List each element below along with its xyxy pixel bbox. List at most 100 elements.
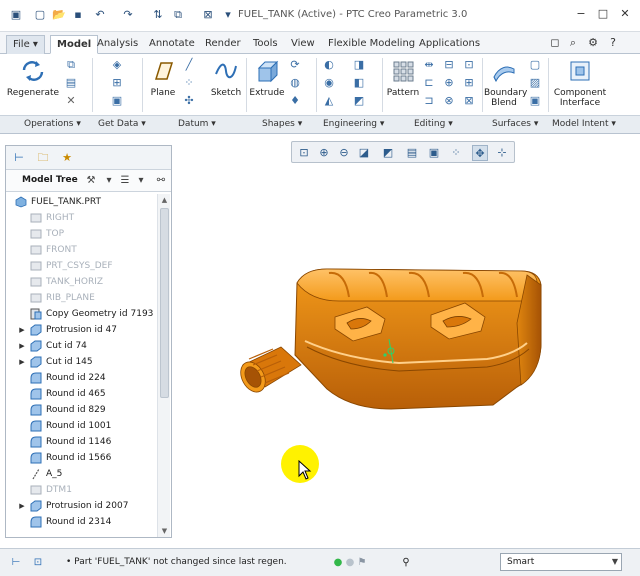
minimize-button[interactable]: − bbox=[572, 6, 590, 22]
scroll-down-icon[interactable]: ▼ bbox=[160, 527, 169, 535]
group-model-intent[interactable]: Model Intent ▾ bbox=[552, 119, 616, 129]
sketch-button[interactable]: Sketch bbox=[208, 56, 244, 112]
save-icon[interactable]: ▪ bbox=[70, 7, 86, 23]
new-file-icon[interactable]: ▢ bbox=[32, 7, 48, 23]
fuel-tank-model[interactable] bbox=[235, 263, 565, 423]
close-button[interactable]: ✕ bbox=[616, 6, 634, 22]
tree-root[interactable]: FUEL_TANK.PRT bbox=[6, 194, 156, 210]
tree-item-protrusion[interactable]: ▶ Protrusion id 47 bbox=[6, 322, 156, 338]
tree-item-round[interactable]: Round id 1146 bbox=[6, 434, 156, 450]
redo-icon[interactable]: ↷ bbox=[120, 7, 136, 23]
dropdown-icon[interactable]: ▾ bbox=[102, 174, 116, 188]
find-icon[interactable]: ⚲ bbox=[398, 555, 414, 571]
group-engineering[interactable]: Engineering ▾ bbox=[323, 119, 384, 129]
tree-filters-icon[interactable]: ⚯ bbox=[154, 174, 168, 188]
search-icon[interactable]: ⌕ bbox=[566, 36, 580, 50]
project-icon[interactable]: ⊐ bbox=[422, 94, 436, 108]
tree-item-round[interactable]: Round id 829 bbox=[6, 402, 156, 418]
axis-icon[interactable]: ╱ bbox=[182, 58, 196, 72]
rib-icon[interactable]: ◩ bbox=[352, 94, 366, 108]
revolve-icon[interactable]: ⟳ bbox=[288, 58, 302, 72]
sweep-icon[interactable]: ◍ bbox=[288, 76, 302, 90]
intersect-icon[interactable]: ⊗ bbox=[442, 94, 456, 108]
user-defined-feature-icon[interactable]: ◈ bbox=[110, 58, 124, 72]
tab-file[interactable]: File ▾ bbox=[6, 35, 45, 54]
group-editing[interactable]: Editing ▾ bbox=[414, 119, 453, 129]
regenerate-small-icon[interactable]: ⇅ bbox=[150, 7, 166, 23]
tab-annotate[interactable]: Annotate bbox=[143, 35, 201, 54]
model-tree-tab-icon[interactable]: ⊢ bbox=[10, 149, 28, 167]
extrude-button[interactable]: Extrude bbox=[248, 56, 286, 112]
tab-view[interactable]: View bbox=[285, 35, 321, 54]
regenerate-button[interactable]: Regenerate bbox=[6, 56, 60, 112]
tree-item-datum-plane[interactable]: FRONT bbox=[6, 242, 156, 258]
offset-icon[interactable]: ⊡ bbox=[462, 58, 476, 72]
tab-flexible-modeling[interactable]: Flexible Modeling bbox=[322, 35, 421, 54]
repaint-icon[interactable]: ◪ bbox=[356, 145, 372, 161]
shrinkwrap-icon[interactable]: ▣ bbox=[110, 94, 124, 108]
tree-item-round[interactable]: Round id 2314 bbox=[6, 514, 156, 530]
freestyle-icon[interactable]: ▣ bbox=[528, 94, 542, 108]
quick-access-dropdown-icon[interactable]: ▾ bbox=[220, 7, 236, 23]
undo-icon[interactable]: ↶ bbox=[92, 7, 108, 23]
show-icon[interactable]: ☰ bbox=[118, 174, 132, 188]
tree-item-round[interactable]: Round id 465 bbox=[6, 386, 156, 402]
view-manager-icon[interactable]: ▣ bbox=[426, 145, 442, 161]
copy-icon[interactable]: ⧉ bbox=[64, 58, 78, 72]
copy-geometry-icon[interactable]: ⊞ bbox=[110, 76, 124, 90]
display-style-icon[interactable]: ◩ bbox=[380, 145, 396, 161]
saved-orientations-icon[interactable]: ▤ bbox=[404, 145, 420, 161]
tree-item-datum-plane[interactable]: TANK_HORIZ bbox=[6, 274, 156, 290]
open-file-icon[interactable]: 📂 bbox=[51, 7, 67, 23]
tree-settings-icon[interactable]: ⚒ bbox=[84, 174, 98, 188]
extend-icon[interactable]: ⊏ bbox=[422, 76, 436, 90]
tree-item-round[interactable]: Round id 1001 bbox=[6, 418, 156, 434]
scrollbar-thumb[interactable] bbox=[160, 208, 169, 398]
pattern-button[interactable]: Pattern bbox=[386, 56, 420, 112]
dropdown-icon[interactable]: ▾ bbox=[134, 174, 148, 188]
tree-item-datum-plane[interactable]: TOP bbox=[6, 226, 156, 242]
help-icon[interactable]: ? bbox=[606, 36, 620, 50]
hole-icon[interactable]: ◐ bbox=[322, 58, 336, 72]
favorites-tab-icon[interactable]: ★ bbox=[58, 149, 76, 167]
group-shapes[interactable]: Shapes ▾ bbox=[262, 119, 302, 129]
model-display-icon[interactable]: ◻ bbox=[548, 36, 562, 50]
plane-button[interactable]: Plane bbox=[146, 56, 180, 112]
zoom-in-icon[interactable]: ⊕ bbox=[316, 145, 332, 161]
windows-icon[interactable]: ⧉ bbox=[170, 7, 186, 23]
tab-tools[interactable]: Tools bbox=[247, 35, 284, 54]
scroll-up-icon[interactable]: ▲ bbox=[160, 196, 169, 204]
chamfer-icon[interactable]: ◭ bbox=[322, 94, 336, 108]
tree-scrollbar[interactable]: ▲ ▼ bbox=[157, 194, 170, 537]
folder-browser-tab-icon[interactable]: 🗀 bbox=[34, 149, 52, 167]
coordinate-system-icon[interactable]: ✣ bbox=[182, 94, 196, 108]
tree-item-copy-geometry[interactable]: Copy Geometry id 7193 bbox=[6, 306, 156, 322]
tree-item-coordinate-system[interactable]: PRT_CSYS_DEF bbox=[6, 258, 156, 274]
tree-item-round[interactable]: Round id 1566 bbox=[6, 450, 156, 466]
component-interface-button[interactable]: Component Interface bbox=[552, 56, 608, 112]
trim-icon[interactable]: ⊟ bbox=[442, 58, 456, 72]
style-icon[interactable]: ▨ bbox=[528, 76, 542, 90]
tab-analysis[interactable]: Analysis bbox=[91, 35, 144, 54]
boundary-blend-button[interactable]: Boundary Blend bbox=[484, 56, 527, 112]
show-browser-icon[interactable]: ⊡ bbox=[30, 555, 46, 571]
graphics-window[interactable] bbox=[175, 168, 635, 538]
tree-item-cut[interactable]: ▶ Cut id 74 bbox=[6, 338, 156, 354]
group-get-data[interactable]: Get Data ▾ bbox=[98, 119, 146, 129]
settings-icon[interactable]: ⚙ bbox=[586, 36, 600, 50]
maximize-button[interactable]: □ bbox=[594, 6, 612, 22]
thicken-icon[interactable]: ⊞ bbox=[462, 76, 476, 90]
solidify-icon[interactable]: ⊠ bbox=[462, 94, 476, 108]
show-navigator-icon[interactable]: ⊢ bbox=[8, 555, 24, 571]
tab-render[interactable]: Render bbox=[199, 35, 247, 54]
tree-item-datum-plane[interactable]: RIGHT bbox=[6, 210, 156, 226]
draft-icon[interactable]: ◨ bbox=[352, 58, 366, 72]
tree-item-datum-axis[interactable]: A_5 bbox=[6, 466, 156, 482]
zoom-out-icon[interactable]: ⊖ bbox=[336, 145, 352, 161]
tree-item-round[interactable]: Round id 224 bbox=[6, 370, 156, 386]
spin-center-icon[interactable]: ✥ bbox=[472, 145, 488, 161]
close-window-icon[interactable]: ⊠ bbox=[200, 7, 216, 23]
delete-icon[interactable]: ✕ bbox=[64, 94, 78, 108]
merge-icon[interactable]: ⊕ bbox=[442, 76, 456, 90]
group-surfaces[interactable]: Surfaces ▾ bbox=[492, 119, 538, 129]
